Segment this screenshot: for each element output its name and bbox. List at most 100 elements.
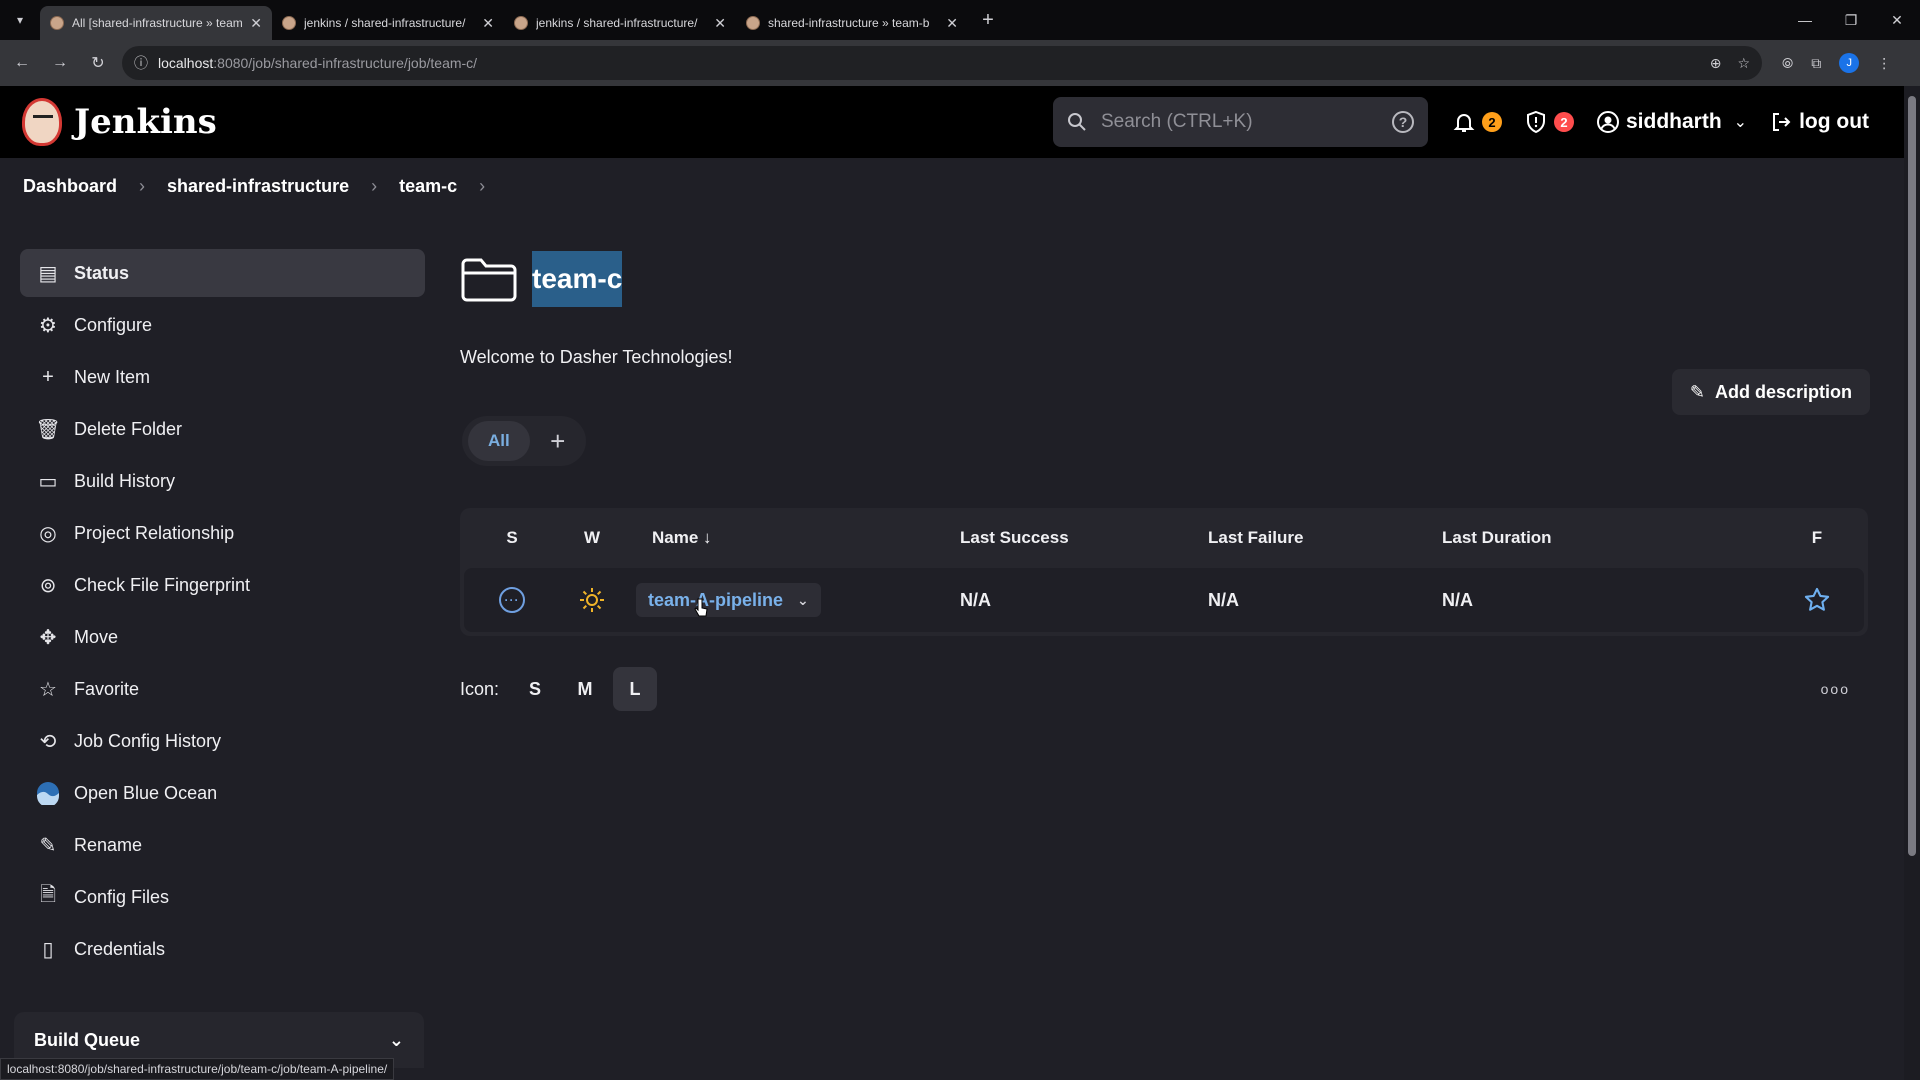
breadcrumb-dashboard[interactable]: Dashboard	[23, 176, 117, 197]
tab-title: jenkins / shared-infrastructure/	[304, 16, 466, 30]
sidebar-item-configure[interactable]: ⚙ Configure	[20, 301, 425, 349]
jenkins-favicon-icon	[746, 16, 760, 30]
add-description-button[interactable]: ✎ Add description	[1671, 369, 1870, 415]
sidebar-item-check-file-fingerprint[interactable]: ⊚ Check File Fingerprint	[20, 561, 425, 609]
user-menu[interactable]: siddharth ⌄	[1596, 110, 1747, 134]
breadcrumb-shared-infrastructure[interactable]: shared-infrastructure	[167, 176, 349, 197]
scrollbar-thumb[interactable]	[1908, 96, 1916, 856]
browser-tab[interactable]: jenkins / shared-infrastructure/ ✕	[504, 6, 736, 40]
sunny-weather-icon	[580, 588, 604, 612]
column-weather[interactable]: W	[560, 528, 624, 548]
jenkins-favicon-icon	[282, 16, 296, 30]
more-options-icon[interactable]: ooo	[1821, 681, 1850, 697]
logout-button[interactable]: log out	[1769, 110, 1869, 134]
sidebar-item-label: Project Relationship	[74, 522, 235, 543]
tab-search-button[interactable]: ▾	[0, 0, 40, 40]
sidebar-item-open-blue-ocean[interactable]: Open Blue Ocean	[20, 769, 425, 817]
brand-name: Jenkins	[74, 102, 217, 142]
tab-title: jenkins / shared-infrastructure/	[536, 16, 698, 30]
user-icon	[1597, 111, 1619, 133]
job-link[interactable]: team-A-pipeline ⌄	[636, 583, 821, 617]
job-name: team-A-pipeline	[648, 589, 784, 610]
tab-title: shared-infrastructure » team-b	[768, 16, 930, 30]
url-path: :8080/job/shared-infrastructure/job/team…	[213, 55, 478, 71]
sidebar-item-move[interactable]: ✥ Move	[20, 613, 425, 661]
sidebar-item-label: Favorite	[74, 678, 140, 699]
column-favorite[interactable]: F	[1772, 528, 1862, 548]
sidebar-item-delete-folder[interactable]: 🗑 Delete Folder	[20, 405, 425, 453]
username: siddharth	[1626, 110, 1722, 133]
reload-icon[interactable]: ↻	[82, 47, 114, 79]
sidebar-item-project-relationship[interactable]: ◎ Project Relationship	[20, 509, 425, 557]
folder-icon	[461, 258, 517, 302]
browser-tab[interactable]: jenkins / shared-infrastructure/ ✕	[272, 6, 504, 40]
site-info-icon[interactable]: ⓘ	[134, 53, 148, 73]
sidebar-item-label: New Item	[74, 366, 151, 387]
sidebar-item-build-history[interactable]: ▭ Build History	[20, 457, 425, 505]
tab-all[interactable]: All	[468, 421, 530, 461]
breadcrumb: Dashboard › shared-infrastructure › team…	[0, 158, 1904, 214]
shield-icon	[1527, 110, 1545, 134]
sidebar-item-job-config-history[interactable]: ⟲ Job Config History	[20, 717, 425, 765]
breadcrumb-team-c[interactable]: team-c	[399, 176, 457, 197]
sidebar-item-rename[interactable]: ✎ Rename	[20, 821, 425, 869]
extension-icon[interactable]: ⦾	[1782, 55, 1793, 72]
jenkins-logo[interactable]: Jenkins	[22, 98, 217, 146]
close-tab-icon[interactable]: ✕	[946, 15, 958, 32]
blue-ocean-icon	[36, 781, 60, 805]
last-duration-value: N/A	[1442, 589, 1473, 610]
sidebar-item-status[interactable]: ▤ Status	[20, 249, 425, 297]
column-status[interactable]: S	[464, 528, 560, 548]
icon-size-l[interactable]: L	[613, 667, 658, 711]
close-tab-icon[interactable]: ✕	[250, 15, 262, 32]
favorite-star-icon[interactable]	[1803, 586, 1831, 614]
browser-tab[interactable]: shared-infrastructure » team-b ✕	[736, 6, 968, 40]
security-button[interactable]: 2	[1524, 110, 1574, 134]
forward-icon[interactable]: →	[44, 47, 76, 79]
browser-menu-icon[interactable]: ⋮	[1877, 55, 1891, 72]
minimize-icon[interactable]: —	[1782, 0, 1828, 40]
chevron-down-icon[interactable]: ⌄	[797, 592, 809, 609]
url-field[interactable]: ⓘ localhost:8080/job/shared-infrastructu…	[122, 46, 1762, 80]
help-icon[interactable]: ?	[1392, 111, 1414, 133]
browser-tab[interactable]: All [shared-infrastructure » team-c] ✕	[40, 6, 272, 40]
add-view-button[interactable]: +	[536, 421, 580, 461]
page-scrollbar[interactable]	[1904, 86, 1920, 1080]
search-box[interactable]: ?	[1053, 97, 1428, 147]
notifications-badge: 2	[1482, 112, 1502, 132]
jenkins-butler-icon	[22, 98, 62, 146]
plus-icon: +	[42, 365, 54, 388]
zoom-icon[interactable]: ⊕	[1710, 55, 1722, 72]
new-tab-button[interactable]: +	[972, 4, 1004, 36]
icon-size-m[interactable]: M	[563, 667, 607, 711]
bookmark-star-icon[interactable]: ☆	[1737, 55, 1750, 72]
column-last-success[interactable]: Last Success	[960, 528, 1208, 548]
sidebar-item-new-item[interactable]: + New Item	[20, 353, 425, 401]
hand-cursor-icon	[694, 598, 708, 617]
notifications-button[interactable]: 2	[1452, 110, 1502, 134]
profile-avatar[interactable]: J	[1839, 53, 1860, 73]
trash-icon: 🗑	[35, 418, 61, 441]
url-host: localhost	[158, 55, 214, 71]
puzzle-icon[interactable]: ⧉	[1811, 55, 1821, 72]
column-last-failure[interactable]: Last Failure	[1208, 528, 1442, 548]
security-badge: 2	[1554, 112, 1574, 132]
close-tab-icon[interactable]: ✕	[482, 15, 494, 32]
close-window-icon[interactable]: ✕	[1874, 0, 1920, 40]
main-content: team-c Welcome to Dasher Technologies! ✎…	[460, 249, 1870, 711]
chevron-right-icon[interactable]: ›	[479, 176, 485, 197]
sidebar-item-label: Check File Fingerprint	[74, 574, 251, 595]
sidebar-item-config-files[interactable]: 🗎 Config Files	[20, 873, 425, 921]
icon-size-s[interactable]: S	[513, 667, 557, 711]
sidebar-item-label: Build History	[74, 470, 176, 491]
jenkins-favicon-icon	[50, 16, 64, 30]
sidebar-item-credentials[interactable]: ▯ Credentials	[20, 925, 425, 973]
close-tab-icon[interactable]: ✕	[714, 15, 726, 32]
column-last-duration[interactable]: Last Duration	[1442, 528, 1772, 548]
restore-icon[interactable]: ❐	[1828, 0, 1874, 40]
back-icon[interactable]: ←	[6, 47, 38, 79]
folder-description: Welcome to Dasher Technologies!	[460, 347, 733, 367]
search-input[interactable]	[1101, 111, 1378, 133]
column-name[interactable]: Name ↓	[624, 528, 960, 548]
sidebar-item-favorite[interactable]: ☆ Favorite	[20, 665, 425, 713]
